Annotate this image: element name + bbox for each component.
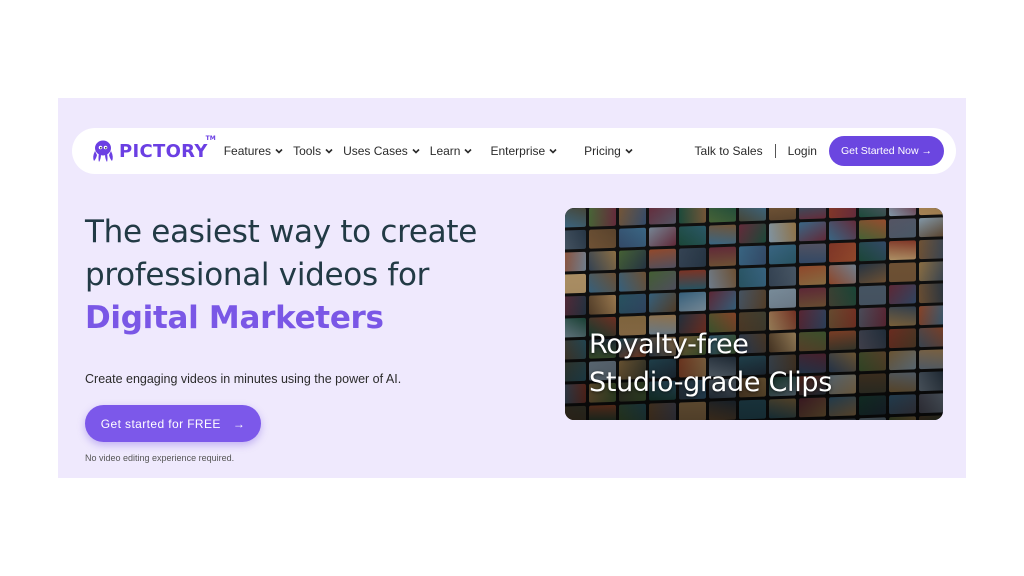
- headline-line-2: professional videos for: [85, 257, 430, 293]
- headline-accent: Digital Marketers: [85, 300, 384, 336]
- hero-subtext: Create engaging videos in minutes using …: [85, 372, 402, 386]
- nav-item-label: Features: [223, 144, 272, 158]
- get-started-free-button[interactable]: Get started for FREE →: [85, 405, 261, 442]
- cta-label: Get started for FREE: [100, 416, 221, 431]
- nav-item-label: Enterprise: [490, 144, 546, 158]
- navbar: PICTORY TM Features Tools Uses Cases Lea…: [72, 128, 956, 174]
- hero-note: No video editing experience required.: [85, 453, 235, 463]
- talk-to-sales-link[interactable]: Talk to Sales: [695, 144, 763, 158]
- hero-section: PICTORY TM Features Tools Uses Cases Lea…: [58, 98, 966, 478]
- logo[interactable]: PICTORY TM: [90, 135, 216, 163]
- promo-image: Royalty-free Studio-grade Clips: [565, 208, 943, 420]
- promo-line-2: Studio-grade Clips: [589, 367, 833, 398]
- nav-item-pricing[interactable]: Pricing: [584, 144, 633, 158]
- chevron-down-icon: [412, 148, 420, 154]
- chevron-down-icon: [275, 148, 283, 154]
- nav-item-tools[interactable]: Tools: [293, 144, 333, 158]
- chevron-down-icon: [625, 148, 633, 154]
- nav-item-learn[interactable]: Learn: [430, 144, 473, 158]
- brand-name: PICTORY: [119, 140, 208, 162]
- nav-item-label: Pricing: [584, 144, 621, 158]
- nav-item-enterprise[interactable]: Enterprise: [490, 144, 557, 158]
- headline-line-1: The easiest way to create: [85, 214, 478, 250]
- login-link[interactable]: Login: [788, 144, 817, 158]
- nav-item-label: Learn: [429, 144, 461, 158]
- nav-divider: [774, 144, 776, 158]
- nav-right: Talk to Sales Login Get Started Now →: [695, 136, 944, 166]
- nav-item-label: Uses Cases: [343, 144, 408, 158]
- chevron-down-icon: [549, 148, 557, 154]
- nav-item-features[interactable]: Features: [224, 144, 283, 158]
- nav-item-use-cases[interactable]: Uses Cases: [343, 144, 420, 158]
- chevron-down-icon: [325, 148, 333, 154]
- get-started-now-button[interactable]: Get Started Now →: [828, 136, 944, 166]
- trademark: TM: [205, 135, 216, 142]
- hero-headline: The easiest way to create professional v…: [85, 211, 555, 340]
- promo-caption: Royalty-free Studio-grade Clips: [589, 326, 832, 402]
- nav-menu: Features Tools Uses Cases Learn Enterpri…: [224, 144, 633, 158]
- nav-item-label: Tools: [293, 144, 322, 158]
- octopus-logo-icon: [93, 140, 113, 162]
- promo-line-1: Royalty-free: [589, 329, 749, 360]
- chevron-down-icon: [464, 148, 473, 154]
- arrow-right-icon: →: [232, 416, 246, 431]
